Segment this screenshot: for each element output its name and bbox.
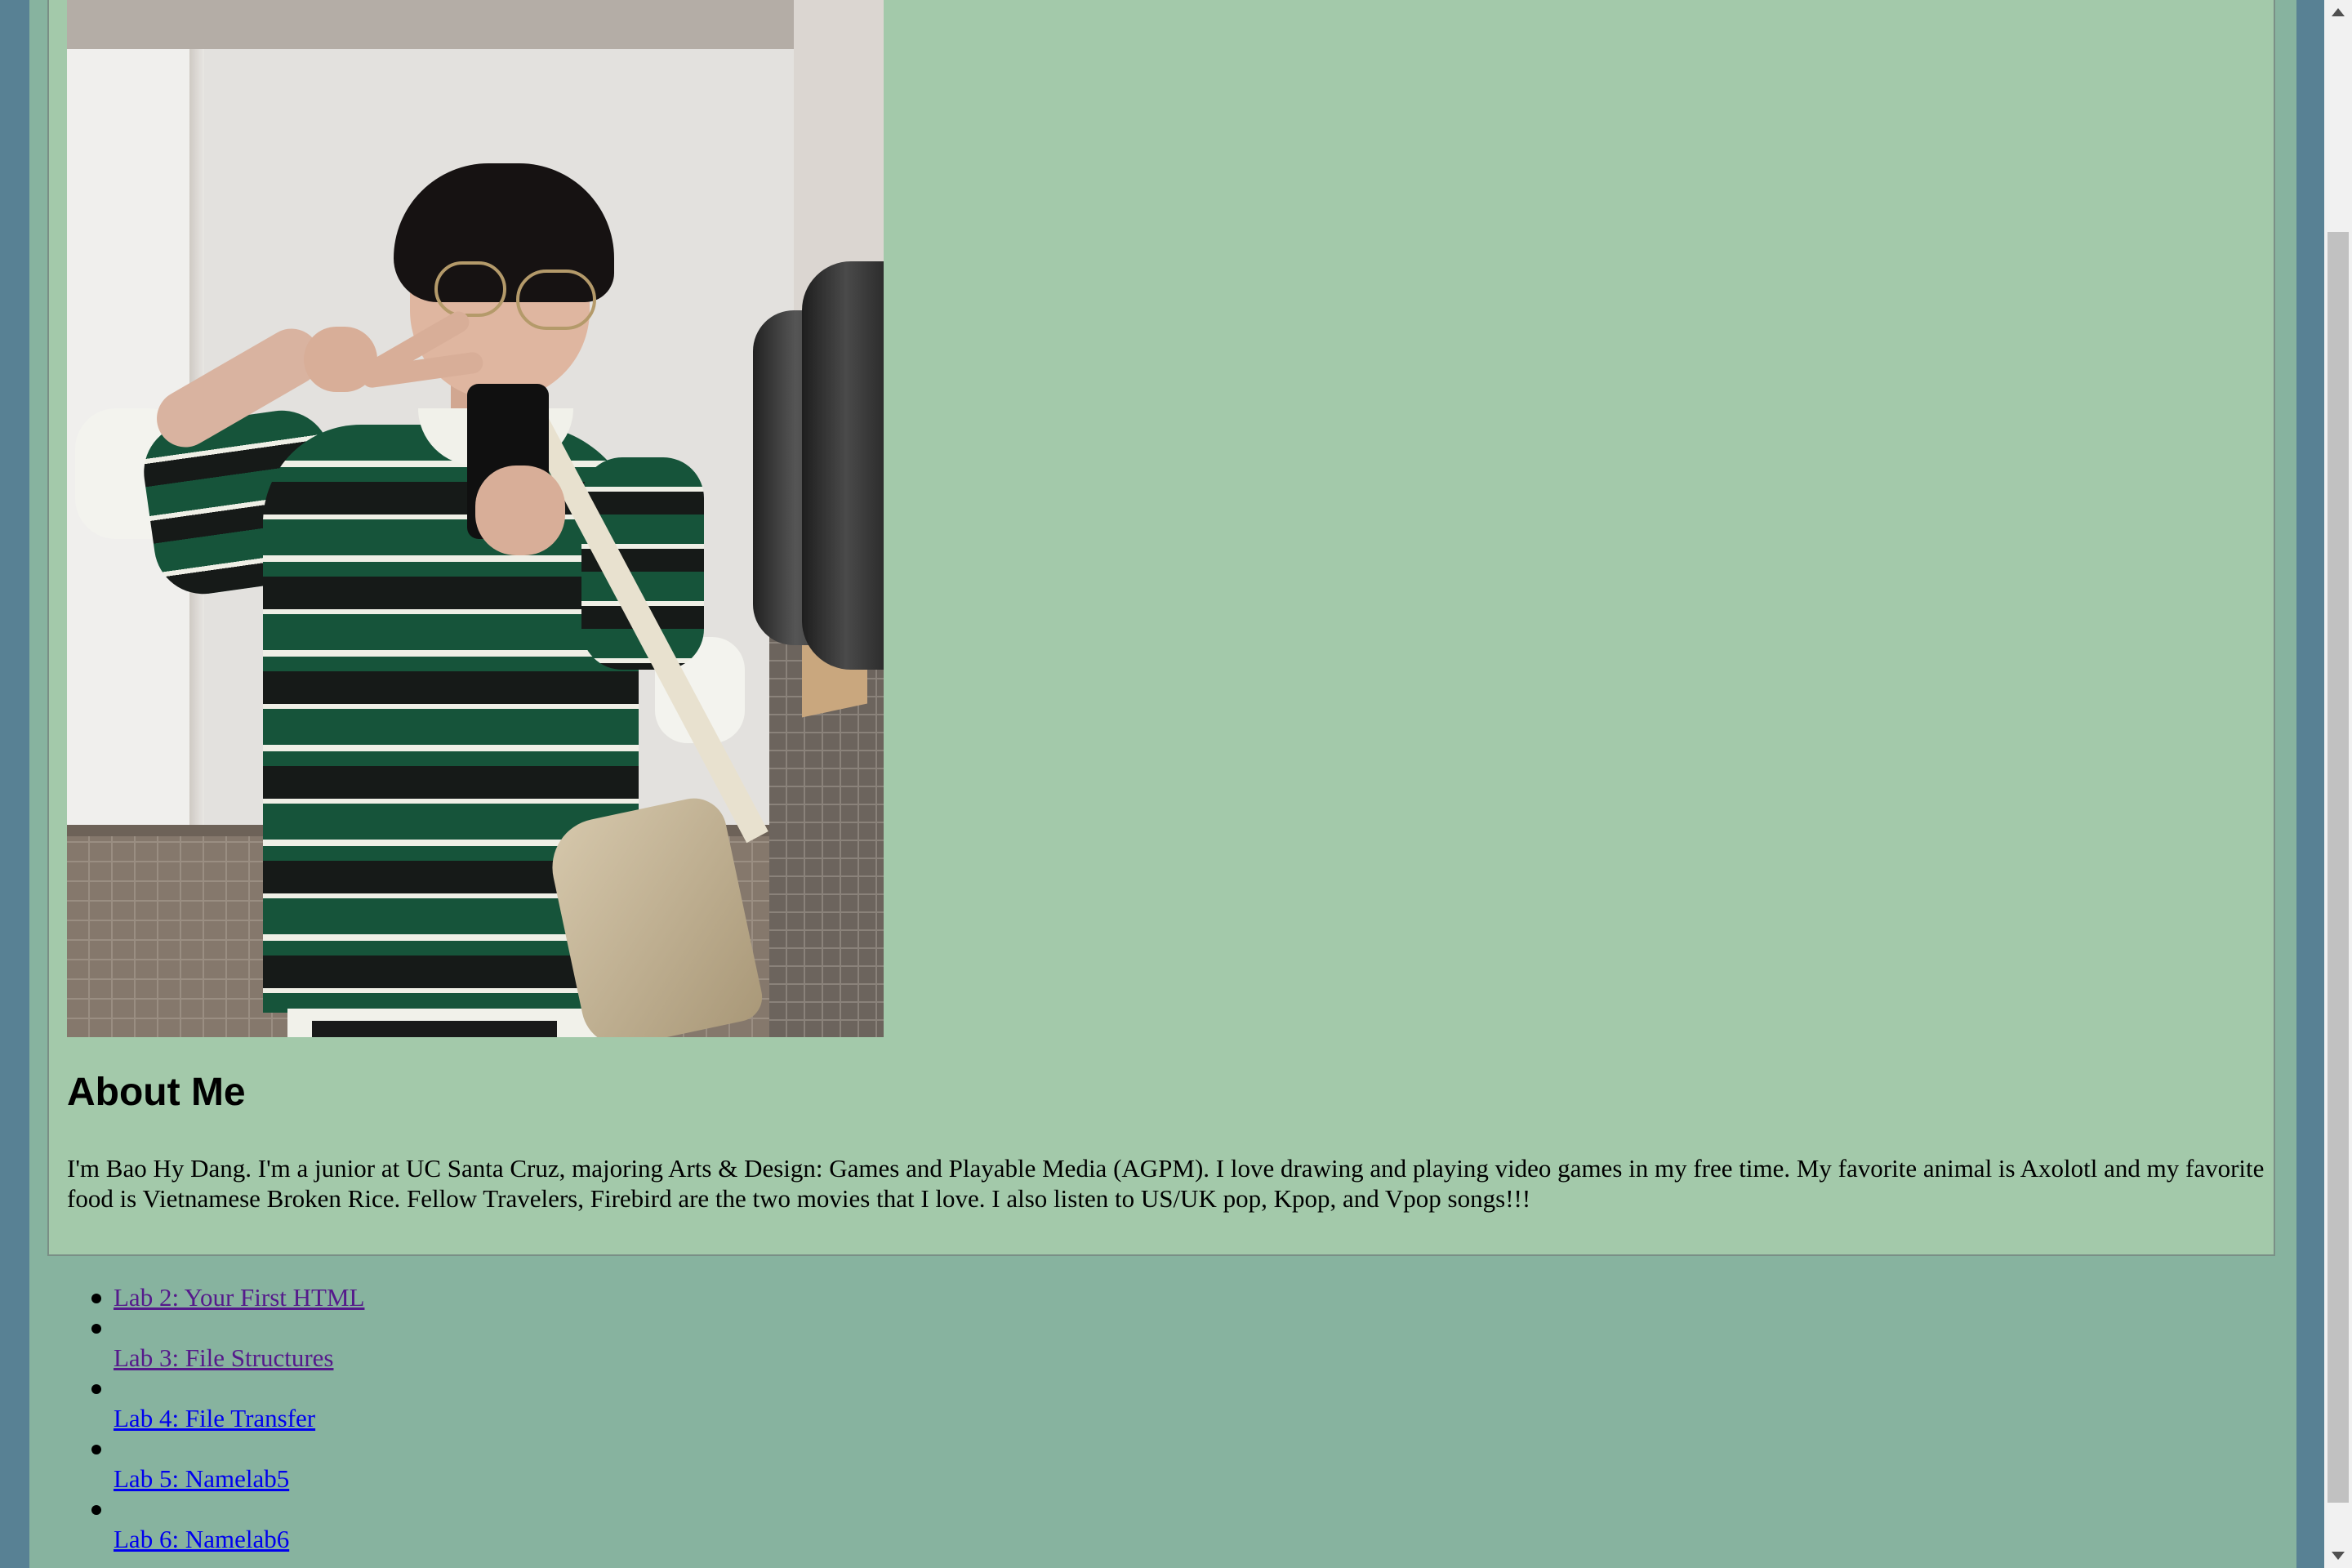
lab3-link[interactable]: Lab 3: File Structures (114, 1343, 333, 1372)
list-item: Lab 6: Namelab6 (91, 1494, 364, 1554)
scroll-down-arrow-icon[interactable] (2332, 1552, 2345, 1560)
lab6-link[interactable]: Lab 6: Namelab6 (114, 1525, 289, 1553)
page-body: About Me I'm Bao Hy Dang. I'm a junior a… (29, 0, 2296, 1568)
vertical-scrollbar[interactable] (2324, 0, 2352, 1568)
lab4-link[interactable]: Lab 4: File Transfer (114, 1404, 315, 1432)
about-paragraph: I'm Bao Hy Dang. I'm a junior at UC Sant… (67, 1154, 2265, 1213)
lab-links-list: Lab 2: Your First HTML Lab 3: File Struc… (91, 1282, 364, 1554)
list-item: Lab 5: Namelab5 (91, 1433, 364, 1494)
lab2-link[interactable]: Lab 2: Your First HTML (114, 1283, 364, 1312)
lab5-link[interactable]: Lab 5: Namelab5 (114, 1464, 289, 1493)
profile-card: About Me I'm Bao Hy Dang. I'm a junior a… (47, 0, 2275, 1256)
scrollbar-thumb[interactable] (2328, 232, 2349, 1503)
scroll-up-arrow-icon[interactable] (2332, 8, 2345, 16)
profile-photo (67, 0, 884, 1037)
list-item: Lab 3: File Structures (91, 1312, 364, 1373)
list-item: Lab 2: Your First HTML (91, 1282, 364, 1312)
about-heading: About Me (67, 1071, 246, 1114)
list-item: Lab 4: File Transfer (91, 1373, 364, 1433)
